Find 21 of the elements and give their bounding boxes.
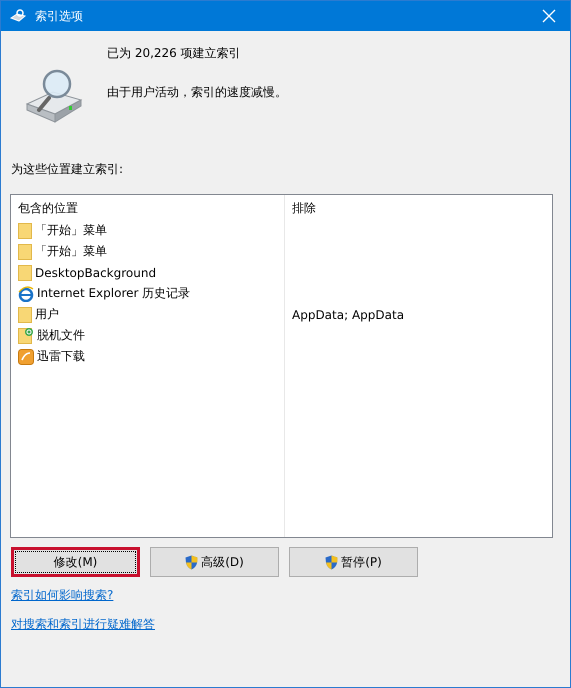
excluded-folders: AppData; AppData (292, 308, 404, 322)
help-link[interactable]: 索引如何影响搜索? (11, 587, 114, 604)
location-name: 迅雷下载 (37, 348, 85, 365)
location-name: 用户 (35, 306, 59, 323)
location-name: 「开始」菜单 (35, 243, 107, 260)
status-message: 由于用户活动，索引的速度减慢。 (107, 84, 287, 101)
column-header[interactable]: 排除 (284, 200, 316, 216)
dialog-button[interactable]: 修改(M) (11, 547, 140, 577)
dialog-button[interactable]: 暂停(P) (289, 547, 418, 577)
drive-icon (9, 9, 27, 23)
dialog-button[interactable]: 高级(D) (150, 547, 279, 577)
drive-magnifier-icon (23, 68, 85, 124)
location-name: 「开始」菜单 (35, 222, 107, 239)
column-header[interactable]: 包含的位置 (11, 200, 284, 216)
location-name: DesktopBackground (35, 266, 156, 280)
location-name: Internet Explorer 历史记录 (37, 285, 190, 302)
section-label: 为这些位置建立索引: (11, 161, 124, 178)
location-name: 脱机文件 (37, 327, 85, 344)
window-title: 索引选项 (35, 8, 84, 24)
index-count-text: 已为 20,226 项建立索引 (107, 45, 242, 62)
help-link[interactable]: 对搜索和索引进行疑难解答 (11, 616, 155, 633)
